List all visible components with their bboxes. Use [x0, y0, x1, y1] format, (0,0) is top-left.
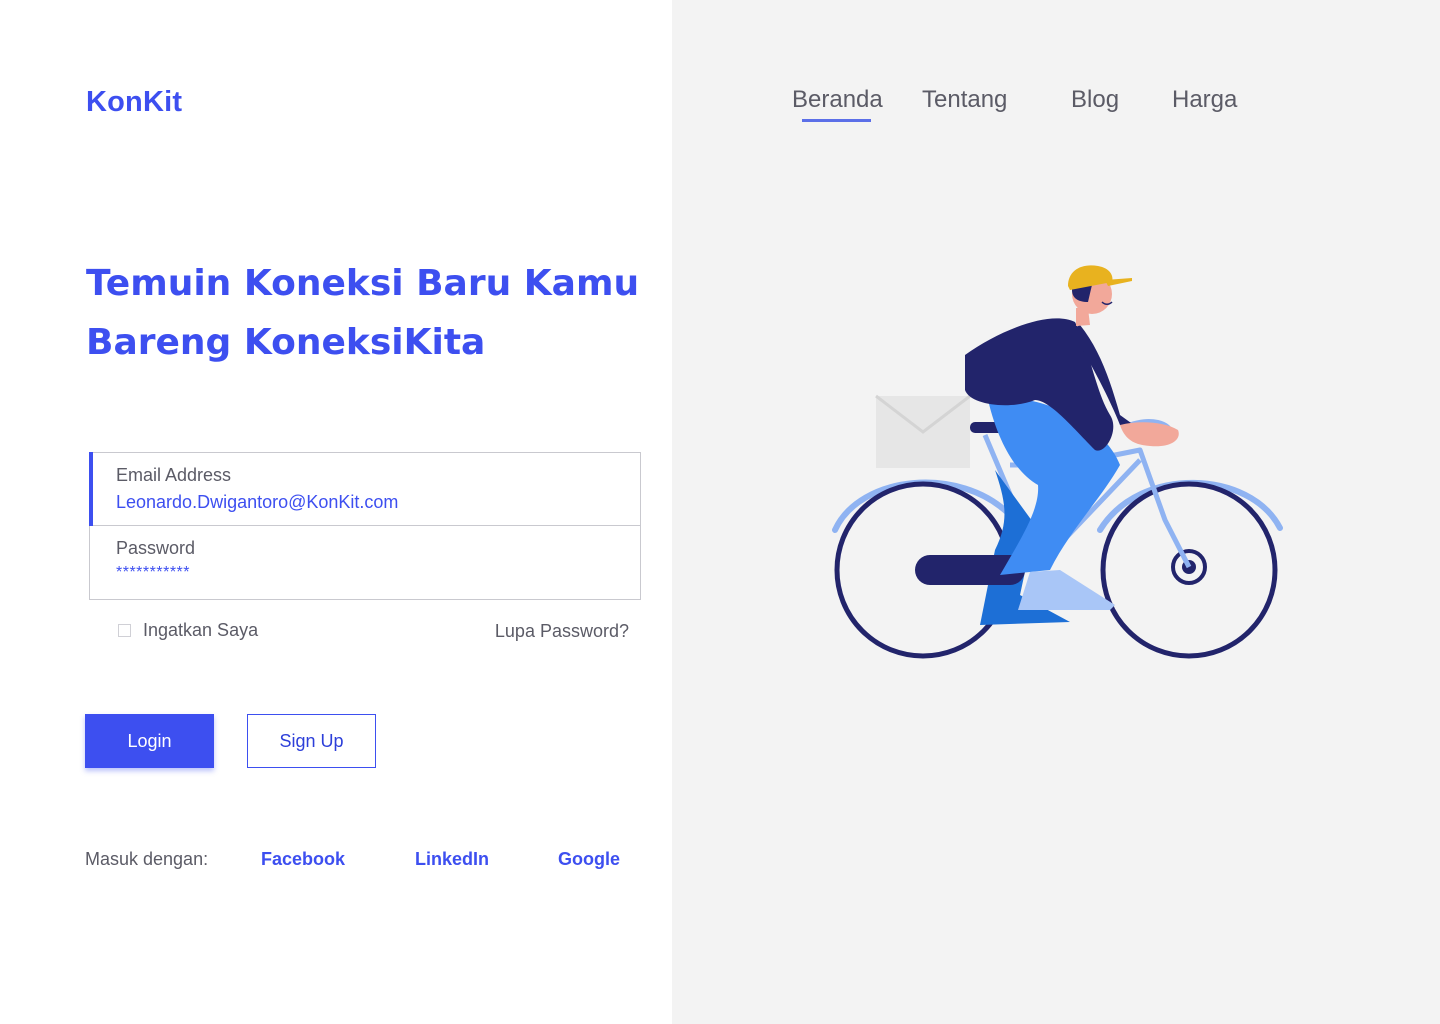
- hero-headline: Temuin Koneksi Baru Kamu Bareng KoneksiK…: [86, 254, 666, 372]
- remember-label[interactable]: Ingatkan Saya: [143, 620, 258, 641]
- nav-active-indicator: [802, 119, 871, 122]
- facebook-login-link[interactable]: Facebook: [261, 849, 345, 870]
- hero-line-2: Bareng KoneksiKita: [86, 322, 486, 363]
- left-panel: KonKit Temuin Koneksi Baru Kamu Bareng K…: [0, 0, 672, 1024]
- remember-me[interactable]: Ingatkan Saya: [118, 620, 258, 641]
- email-field[interactable]: Email Address Leonardo.Dwigantoro@KonKit…: [89, 452, 641, 526]
- signup-button[interactable]: Sign Up: [247, 714, 376, 768]
- forgot-password-link[interactable]: Lupa Password?: [495, 621, 629, 642]
- password-label: Password: [116, 538, 196, 558]
- brand-logo[interactable]: KonKit: [86, 86, 182, 119]
- nav-item-harga[interactable]: Harga: [1172, 86, 1237, 114]
- social-login-label: Masuk dengan:: [85, 849, 209, 869]
- hero-line-1: Temuin Koneksi Baru Kamu: [86, 263, 640, 304]
- password-input[interactable]: ***********: [116, 564, 190, 582]
- linkedin-login-link[interactable]: LinkedIn: [415, 849, 489, 870]
- cyclist-illustration: [832, 265, 1283, 659]
- nav-item-beranda[interactable]: Beranda: [792, 86, 883, 114]
- nav-item-blog[interactable]: Blog: [1071, 86, 1119, 114]
- google-login-link[interactable]: Google: [558, 849, 620, 870]
- focus-indicator: [89, 452, 93, 526]
- password-field[interactable]: Password ***********: [89, 526, 641, 600]
- email-input[interactable]: Leonardo.Dwigantoro@KonKit.com: [116, 492, 398, 513]
- email-label: Email Address: [116, 465, 232, 485]
- nav-item-tentang[interactable]: Tentang: [922, 86, 1007, 114]
- remember-checkbox[interactable]: [118, 624, 131, 637]
- login-button[interactable]: Login: [85, 714, 214, 768]
